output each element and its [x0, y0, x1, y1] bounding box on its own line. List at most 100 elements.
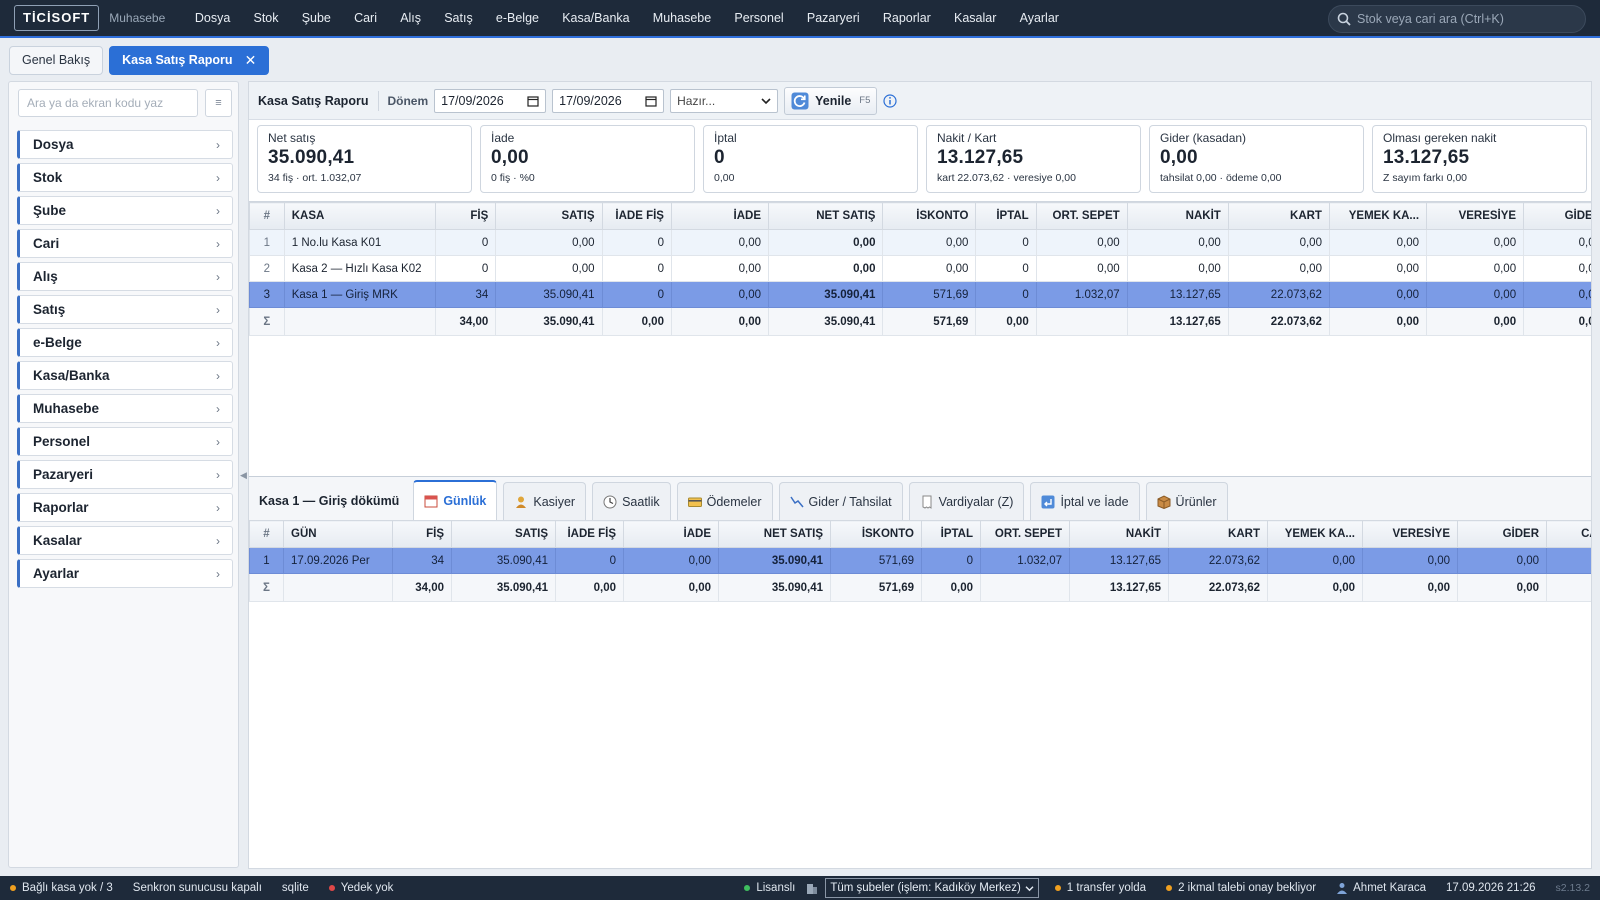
sidebar-item-cari[interactable]: Cari › [17, 229, 233, 258]
column-header[interactable]: FİŞ [434, 202, 497, 230]
menu-item-raporlar[interactable]: Raporlar [871, 11, 942, 25]
menu-item-personel[interactable]: Personel [723, 11, 796, 25]
sidebar-item-satis[interactable]: Satış › [17, 295, 233, 324]
sidebar-item-stok[interactable]: Stok › [17, 163, 233, 192]
column-header[interactable]: KASA [283, 202, 436, 230]
status-user[interactable]: Ahmet Karaca [1326, 882, 1436, 894]
column-header[interactable]: GİDER [1457, 520, 1547, 548]
column-header[interactable]: İPTAL [975, 202, 1037, 230]
menu-item-cari[interactable]: Cari [342, 11, 388, 25]
global-search[interactable] [1328, 5, 1586, 33]
column-header[interactable]: # [249, 202, 285, 230]
date-from-field[interactable]: 17/09/2026 [434, 88, 547, 113]
sidebar-item-alis[interactable]: Alış › [17, 262, 233, 291]
column-header[interactable]: İADE [623, 520, 719, 548]
sidebar-item-ayarlar[interactable]: Ayarlar › [17, 559, 233, 588]
sidebar-item-e-belge[interactable]: e-Belge › [17, 328, 233, 357]
global-search-input[interactable] [1357, 12, 1577, 26]
column-header[interactable]: # [249, 520, 284, 548]
info-icon[interactable] [883, 93, 897, 108]
table-cell: 0,00 [1457, 547, 1547, 574]
calendar-icon[interactable] [527, 95, 539, 107]
status-supply[interactable]: 2 ikmal talebi onay bekliyor [1156, 882, 1326, 894]
column-header[interactable]: KART [1227, 202, 1330, 230]
column-header[interactable]: İADE FİŞ [555, 520, 624, 548]
table-cell: 0,00 [1126, 229, 1229, 256]
menu-item-dosya[interactable]: Dosya [183, 11, 242, 25]
menu-item-kasa-banka[interactable]: Kasa/Banka [551, 11, 642, 25]
sidebar-item-kasalar[interactable]: Kasalar › [17, 526, 233, 555]
column-header[interactable]: YEMEK KA... [1267, 520, 1363, 548]
table-row[interactable]: 2 Kasa 2 — Hızlı Kasa K02 0 0,00 0 0,00 0,00 0,… [249, 255, 1591, 282]
column-header[interactable]: NAKİT [1069, 520, 1169, 548]
collapse-handle-icon[interactable]: ◀ [240, 470, 247, 481]
column-header[interactable]: ORT. SEPET [1035, 202, 1128, 230]
sidebar-menu-button[interactable]: ≡ [205, 89, 232, 117]
column-header[interactable]: İADE [670, 202, 770, 230]
menu-item-muhasebe[interactable]: Muhasebe [641, 11, 723, 25]
tab-gider-tahsilat[interactable]: Gider / Tahsilat [778, 482, 903, 520]
date-to-field[interactable]: 17/09/2026 [552, 88, 665, 113]
column-header[interactable]: İADE FİŞ [601, 202, 672, 230]
column-header[interactable]: İSKONTO [882, 202, 977, 230]
preset-select[interactable]: Hazır... [670, 88, 779, 113]
column-header[interactable]: İPTAL [921, 520, 981, 548]
sum-cell: 0,00 [1426, 307, 1525, 336]
table-row[interactable]: 1 17.09.2026 Per 34 35.090,41 0 0,00 35.090,41… [249, 547, 1591, 574]
tab-vardiyalar[interactable]: Vardiyalar (Z) [908, 482, 1025, 520]
column-header[interactable]: VERESİYE [1426, 202, 1525, 230]
column-header[interactable]: ORT. SEPET [980, 520, 1070, 548]
column-header[interactable]: NET SATIŞ [718, 520, 831, 548]
menu-item-satis[interactable]: Satış [433, 11, 485, 25]
table-cell: 13.127,65 [1069, 547, 1169, 574]
menu-item-ayarlar[interactable]: Ayarlar [1008, 11, 1071, 25]
calendar-icon[interactable] [645, 95, 657, 107]
sidebar-item-kasa-banka[interactable]: Kasa/Banka › [17, 361, 233, 390]
column-header[interactable]: FİŞ [392, 520, 452, 548]
column-header[interactable]: NAKİT [1126, 202, 1229, 230]
tab-kasiyer[interactable]: Kasiyer [503, 482, 587, 520]
tab-gunluk[interactable]: Günlük [413, 480, 498, 520]
tab-kasa-satis-raporu[interactable]: Kasa Satış Raporu ✕ [109, 45, 270, 75]
sidebar-item-dosya[interactable]: Dosya › [17, 130, 233, 159]
column-header[interactable]: CAR [1546, 520, 1591, 548]
column-header[interactable]: KART [1168, 520, 1268, 548]
sidebar-item-pazaryeri[interactable]: Pazaryeri › [17, 460, 233, 489]
sidebar-item-muhasebe[interactable]: Muhasebe › [17, 394, 233, 423]
table-row[interactable]: 3 Kasa 1 — Giriş MRK 34 35.090,41 0 0,00 35.09… [249, 281, 1591, 308]
column-header[interactable]: NET SATIŞ [768, 202, 884, 230]
table-cell: 0,00 [1426, 255, 1525, 282]
column-header[interactable]: SATIŞ [495, 202, 603, 230]
tab-saatlik[interactable]: Saatlik [592, 482, 671, 520]
column-header[interactable]: İSKONTO [830, 520, 922, 548]
menu-item-alis[interactable]: Alış [389, 11, 433, 25]
menu-item-e-belge[interactable]: e-Belge [484, 11, 550, 25]
column-header[interactable]: SATIŞ [451, 520, 556, 548]
sidebar-item-sube[interactable]: Şube › [17, 196, 233, 225]
status-dot-icon [744, 885, 751, 891]
menu-item-pazaryeri[interactable]: Pazaryeri [795, 11, 871, 25]
column-header[interactable]: GİDER [1523, 202, 1591, 230]
status-transfer[interactable]: 1 transfer yolda [1045, 882, 1156, 894]
column-header[interactable]: YEMEK KA... [1328, 202, 1428, 230]
tab-urunler[interactable]: Ürünler [1145, 482, 1228, 520]
tab-iptal-ve-iade[interactable]: İptal ve İade [1030, 482, 1140, 520]
tab-genel-bakis[interactable]: Genel Bakış [9, 45, 104, 75]
sidebar-item-label: Dosya [33, 137, 74, 152]
tab-odemeler[interactable]: Ödemeler [676, 482, 773, 520]
close-icon[interactable]: ✕ [245, 47, 257, 74]
column-header[interactable]: GÜN [283, 520, 393, 548]
branch-select[interactable]: Tüm şubeler (işlem: Kadıköy Merkez) [825, 878, 1039, 898]
sidebar-search-input[interactable] [18, 89, 198, 117]
sidebar-item-raporlar[interactable]: Raporlar › [17, 493, 233, 522]
card-sub: 0,00 [714, 172, 735, 184]
table-row[interactable]: 11 No.lu Kasa K01 0 0,00 0 0,00 0,00 0,00 0 0,00… [249, 229, 1591, 256]
app-logo[interactable]: TİCİSOFT [14, 5, 100, 31]
tab-label: Kasiyer [533, 494, 576, 509]
menu-item-kasalar[interactable]: Kasalar [942, 11, 1008, 25]
refresh-button[interactable]: Yenile F5 [784, 86, 878, 115]
sidebar-item-personel[interactable]: Personel › [17, 427, 233, 456]
column-header[interactable]: VERESİYE [1362, 520, 1458, 548]
menu-item-stok[interactable]: Stok [242, 11, 290, 25]
menu-item-sube[interactable]: Şube [290, 11, 342, 25]
